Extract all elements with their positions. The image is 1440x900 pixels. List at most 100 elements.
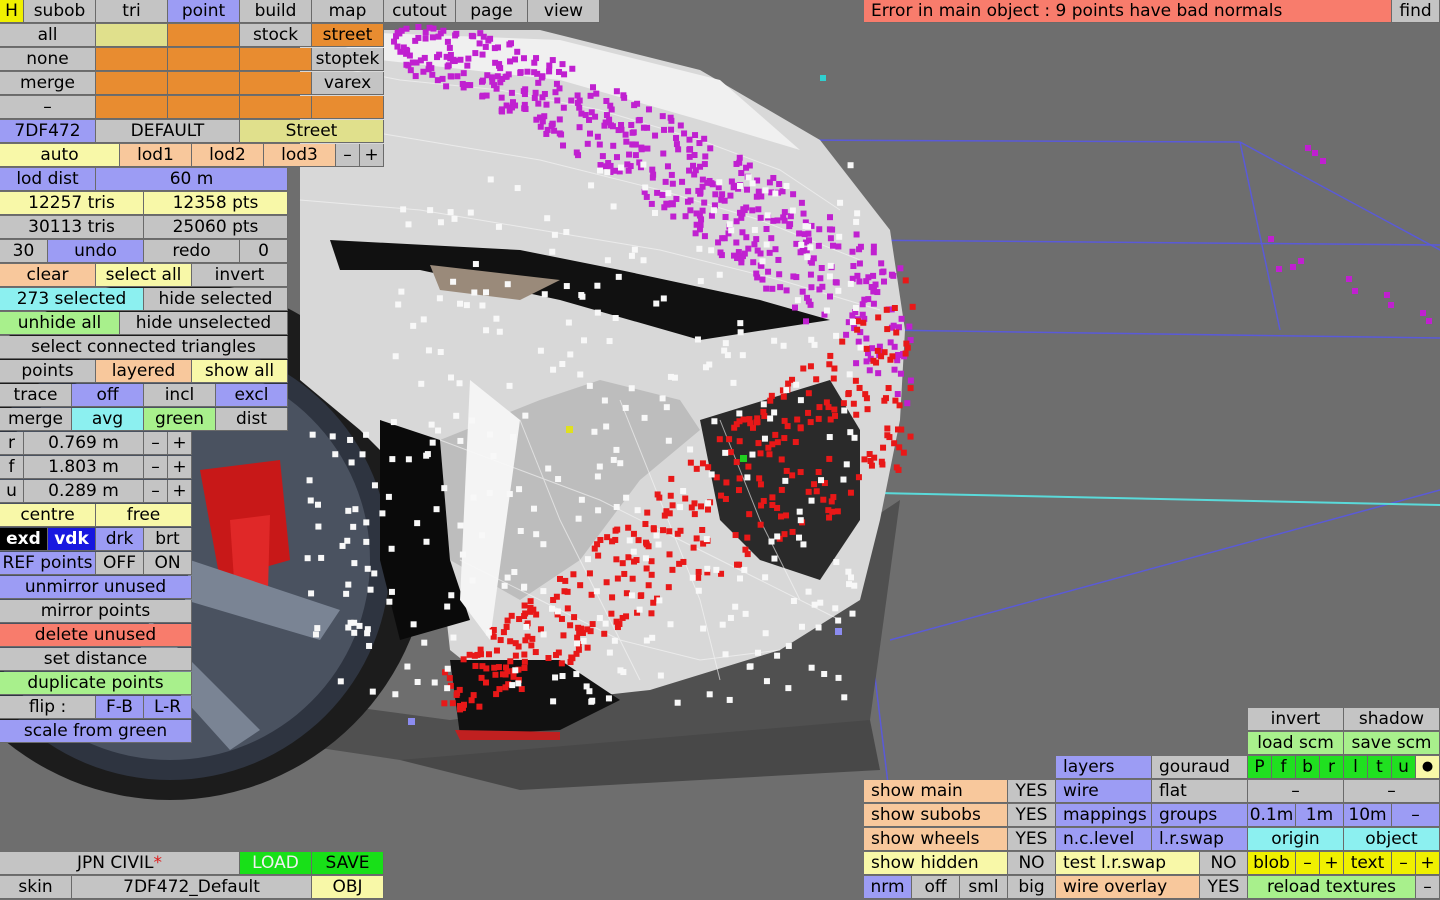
r-value[interactable]: 0.769 m: [24, 432, 144, 455]
view-r[interactable]: r: [1320, 756, 1344, 779]
grid-10m[interactable]: 10m: [1344, 804, 1392, 827]
obj-button[interactable]: OBJ: [312, 876, 384, 899]
invert-normals-button[interactable]: invert: [1248, 708, 1344, 731]
car-name[interactable]: JPN CIVIL*: [0, 852, 240, 875]
dash-button[interactable]: –: [0, 96, 96, 119]
u-minus[interactable]: –: [144, 480, 168, 503]
unmirror-unused-button[interactable]: unmirror unused: [0, 576, 192, 599]
varex-button[interactable]: varex: [312, 72, 384, 95]
flip-fb[interactable]: F-B: [96, 696, 144, 719]
drk-button[interactable]: drk: [96, 528, 144, 551]
tab-map[interactable]: map: [312, 0, 384, 23]
show-wheels-toggle[interactable]: YES: [1008, 828, 1056, 851]
object-button[interactable]: object: [1344, 828, 1440, 851]
exd-button[interactable]: exd: [0, 528, 48, 551]
swatch-2[interactable]: [168, 24, 240, 47]
merge-points-button[interactable]: merge: [0, 408, 72, 431]
big-button[interactable]: big: [1008, 876, 1056, 899]
stock-button[interactable]: stock: [240, 24, 312, 47]
mappings-button[interactable]: mappings: [1056, 804, 1152, 827]
ref-on[interactable]: ON: [144, 552, 192, 575]
save-button[interactable]: SAVE: [312, 852, 384, 875]
tab-point[interactable]: point: [168, 0, 240, 23]
origin-button[interactable]: origin: [1248, 828, 1344, 851]
grid-0-1m[interactable]: 0.1m: [1248, 804, 1296, 827]
nrm-button[interactable]: nrm: [864, 876, 912, 899]
text-plus[interactable]: +: [1416, 852, 1440, 875]
wire-button[interactable]: wire: [1056, 780, 1152, 803]
layers-button[interactable]: layers: [1056, 756, 1152, 779]
vdk-button[interactable]: vdk: [48, 528, 96, 551]
test-lr-swap-toggle[interactable]: NO: [1200, 852, 1248, 875]
swatch-3[interactable]: [96, 48, 168, 71]
lod-auto[interactable]: auto: [0, 144, 120, 167]
swatch-6[interactable]: [96, 72, 168, 95]
duplicate-points-button[interactable]: duplicate points: [0, 672, 192, 695]
f-value[interactable]: 1.803 m: [24, 456, 144, 479]
default-variant[interactable]: DEFAULT: [96, 120, 240, 143]
r-minus[interactable]: –: [144, 432, 168, 455]
f-minus[interactable]: –: [144, 456, 168, 479]
merge-avg[interactable]: avg: [72, 408, 144, 431]
blob-button[interactable]: blob: [1248, 852, 1296, 875]
swatch-5[interactable]: [240, 48, 312, 71]
lr-swap-button[interactable]: l.r.swap: [1152, 828, 1248, 851]
tab-subob[interactable]: subob: [24, 0, 96, 23]
flat-button[interactable]: flat: [1152, 780, 1248, 803]
view-l[interactable]: l: [1344, 756, 1368, 779]
delete-unused-button[interactable]: delete unused: [0, 624, 192, 647]
u-plus[interactable]: +: [168, 480, 192, 503]
nc-level-button[interactable]: n.c.level: [1056, 828, 1152, 851]
lod3-button[interactable]: lod3: [264, 144, 336, 167]
merge-objects-button[interactable]: merge: [0, 72, 96, 95]
sml-button[interactable]: sml: [960, 876, 1008, 899]
find-button[interactable]: find: [1392, 0, 1440, 23]
tab-view[interactable]: view: [528, 0, 600, 23]
trace-incl[interactable]: incl: [144, 384, 216, 407]
select-connected-button[interactable]: select connected triangles: [0, 336, 288, 359]
show-all-mode[interactable]: show all: [192, 360, 288, 383]
unhide-all-button[interactable]: unhide all: [0, 312, 120, 335]
lod-plus[interactable]: +: [360, 144, 384, 167]
free-button[interactable]: free: [96, 504, 192, 527]
blob-plus[interactable]: +: [1320, 852, 1344, 875]
swatch-1[interactable]: [96, 24, 168, 47]
redo-button[interactable]: redo: [144, 240, 240, 263]
trace-excl[interactable]: excl: [216, 384, 288, 407]
view-t[interactable]: t: [1368, 756, 1392, 779]
gouraud-button[interactable]: gouraud: [1152, 756, 1248, 779]
brt-button[interactable]: brt: [144, 528, 192, 551]
load-button[interactable]: LOAD: [240, 852, 312, 875]
tab-cutout[interactable]: cutout: [384, 0, 456, 23]
ref-off[interactable]: OFF: [96, 552, 144, 575]
tab-build[interactable]: build: [240, 0, 312, 23]
select-none-button[interactable]: none: [0, 48, 96, 71]
swatch-8[interactable]: [240, 72, 312, 95]
street-button[interactable]: street: [312, 24, 384, 47]
select-all-objects[interactable]: all: [0, 24, 96, 47]
swatch-9[interactable]: [96, 96, 168, 119]
blob-minus[interactable]: –: [1296, 852, 1320, 875]
clear-selection-button[interactable]: clear: [0, 264, 96, 287]
swatch-11[interactable]: [240, 96, 312, 119]
layered-mode[interactable]: layered: [96, 360, 192, 383]
r-plus[interactable]: +: [168, 432, 192, 455]
tab-tri[interactable]: tri: [96, 0, 168, 23]
tab-page[interactable]: page: [456, 0, 528, 23]
invert-selection-button[interactable]: invert: [192, 264, 288, 287]
lod2-button[interactable]: lod2: [192, 144, 264, 167]
u-value[interactable]: 0.289 m: [24, 480, 144, 503]
show-hidden-toggle[interactable]: NO: [1008, 852, 1056, 875]
lod1-button[interactable]: lod1: [120, 144, 192, 167]
wire-overlay-toggle[interactable]: YES: [1200, 876, 1248, 899]
show-subobs-toggle[interactable]: YES: [1008, 804, 1056, 827]
select-all-button[interactable]: select all: [96, 264, 192, 287]
shadow-button[interactable]: shadow: [1344, 708, 1440, 731]
load-scm-button[interactable]: load scm: [1248, 732, 1344, 755]
groups-button[interactable]: groups: [1152, 804, 1248, 827]
view-p[interactable]: P: [1248, 756, 1272, 779]
street-variant[interactable]: Street: [240, 120, 384, 143]
grid-1m[interactable]: 1m: [1296, 804, 1344, 827]
save-scm-button[interactable]: save scm: [1344, 732, 1440, 755]
dash-button-2[interactable]: –: [1344, 780, 1440, 803]
